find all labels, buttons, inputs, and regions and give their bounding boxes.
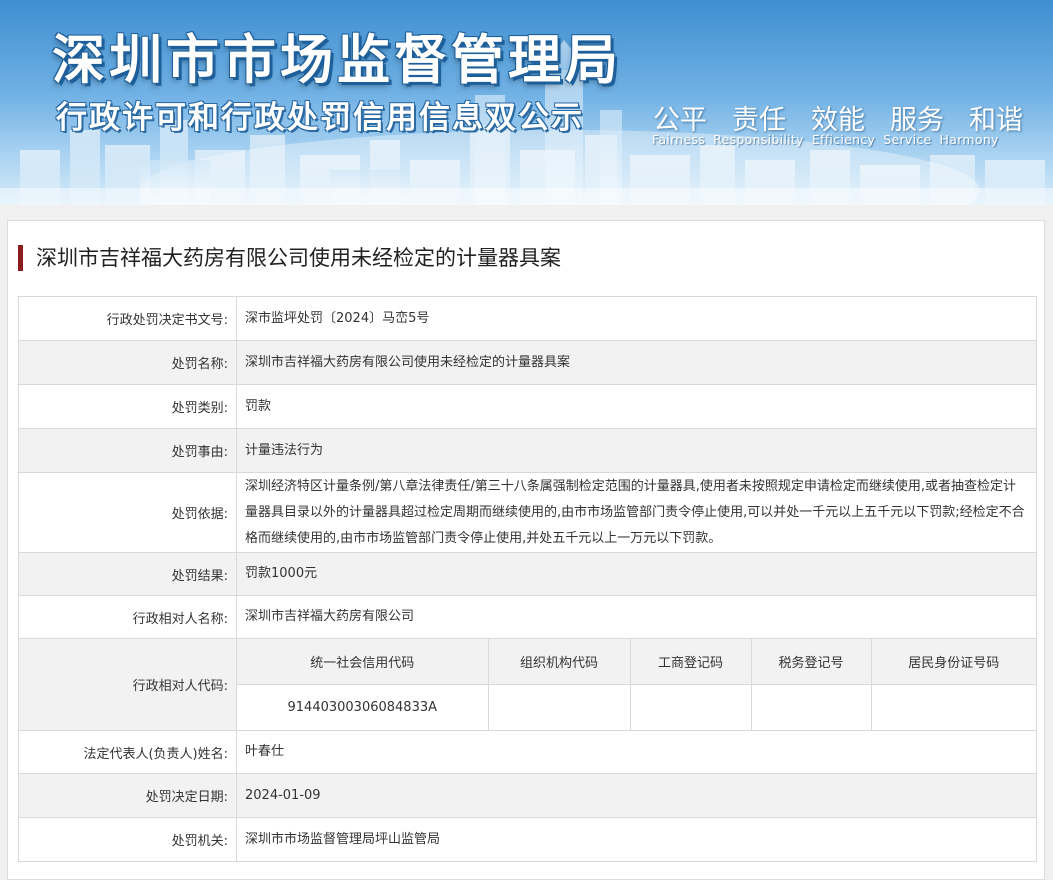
slogan-english: Fairness Responsibility Efficiency Servi…	[652, 132, 999, 147]
value-id-card-no	[870, 684, 1036, 730]
row-doc-no: 行政处罚决定书文号: 深市监坪处罚〔2024〕马峦5号	[18, 296, 1037, 341]
penalty-result-value: 罚款1000元	[236, 552, 1037, 596]
party-name-value: 深圳市吉祥福大药房有限公司	[236, 595, 1037, 639]
legal-rep-label: 法定代表人(负责人)姓名:	[18, 730, 237, 774]
slogan-en-responsibility: Responsibility	[713, 132, 804, 147]
party-code-table: 统一社会信用代码 组织机构代码 工商登记码 税务登记号 居民身份证号码 9144…	[237, 639, 1036, 730]
penalty-result-label: 处罚结果:	[18, 552, 237, 596]
row-penalty-basis: 处罚依据: 深圳经济特区计量条例/第八章法律责任/第三十八条属强制检定范围的计量…	[18, 472, 1037, 553]
slogan-en-fairness: Fairness	[652, 132, 706, 147]
penalty-category-value: 罚款	[236, 384, 1037, 429]
party-code-header-row: 统一社会信用代码 组织机构代码 工商登记码 税务登记号 居民身份证号码	[237, 639, 1036, 685]
header-id-card-no: 居民身份证号码	[870, 639, 1036, 685]
value-business-reg-code	[629, 684, 752, 730]
case-title: 深圳市吉祥福大药房有限公司使用未经检定的计量器具案	[18, 244, 561, 272]
party-code-cell: 统一社会信用代码 组织机构代码 工商登记码 税务登记号 居民身份证号码 9144…	[236, 638, 1037, 731]
header-tax-reg-no: 税务登记号	[750, 639, 872, 685]
authority-value: 深圳市市场监督管理局坪山监管局	[236, 817, 1037, 862]
value-credit-code: 91440300306084833A	[237, 684, 489, 730]
slogan-en-service: Service	[883, 132, 932, 147]
row-decision-date: 处罚决定日期: 2024-01-09	[18, 773, 1037, 818]
slogan-en-efficiency: Efficiency	[811, 132, 876, 147]
row-penalty-reason: 处罚事由: 计量违法行为	[18, 428, 1037, 473]
row-penalty-name: 处罚名称: 深圳市吉祥福大药房有限公司使用未经检定的计量器具案	[18, 340, 1037, 385]
decision-date-label: 处罚决定日期:	[18, 773, 237, 818]
authority-label: 处罚机关:	[18, 817, 237, 862]
penalty-name-label: 处罚名称:	[18, 340, 237, 385]
penalty-reason-value: 计量违法行为	[236, 428, 1037, 473]
legal-rep-value: 叶春仕	[236, 730, 1037, 774]
party-code-value-row: 91440300306084833A	[237, 684, 1036, 730]
header-business-reg-code: 工商登记码	[629, 639, 752, 685]
slogan-en-harmony: Harmony	[939, 132, 999, 147]
penalty-basis-value: 深圳经济特区计量条例/第八章法律责任/第三十八条属强制检定范围的计量器具,使用者…	[236, 472, 1037, 553]
banner-title: 深圳市市场监督管理局	[52, 30, 622, 91]
value-org-code	[487, 684, 631, 730]
header-credit-code: 统一社会信用代码	[237, 639, 489, 685]
row-penalty-result: 处罚结果: 罚款1000元	[18, 552, 1037, 596]
penalty-category-label: 处罚类别:	[18, 384, 237, 429]
row-penalty-category: 处罚类别: 罚款	[18, 384, 1037, 429]
header-banner: 深圳市市场监督管理局 行政许可和行政处罚信用信息双公示 公平 责任 效能 服务 …	[0, 0, 1053, 205]
row-legal-rep: 法定代表人(负责人)姓名: 叶春仕	[18, 730, 1037, 774]
penalty-info-table: 行政处罚决定书文号: 深市监坪处罚〔2024〕马峦5号 处罚名称: 深圳市吉祥福…	[18, 296, 1037, 862]
decision-date-value: 2024-01-09	[236, 773, 1037, 818]
row-party-code: 行政相对人代码: 统一社会信用代码 组织机构代码 工商登记码 税务登记号 居民身…	[18, 638, 1037, 731]
penalty-basis-label: 处罚依据:	[18, 472, 237, 553]
penalty-reason-label: 处罚事由:	[18, 428, 237, 473]
doc-no-value: 深市监坪处罚〔2024〕马峦5号	[236, 296, 1037, 341]
header-org-code: 组织机构代码	[487, 639, 631, 685]
row-authority: 处罚机关: 深圳市市场监督管理局坪山监管局	[18, 817, 1037, 862]
party-code-label: 行政相对人代码:	[18, 638, 237, 731]
value-tax-reg-no	[750, 684, 872, 730]
doc-no-label: 行政处罚决定书文号:	[18, 296, 237, 341]
row-party-name: 行政相对人名称: 深圳市吉祥福大药房有限公司	[18, 595, 1037, 639]
penalty-name-value: 深圳市吉祥福大药房有限公司使用未经检定的计量器具案	[236, 340, 1037, 385]
banner-subtitle: 行政许可和行政处罚信用信息双公示	[56, 100, 584, 136]
party-name-label: 行政相对人名称:	[18, 595, 237, 639]
